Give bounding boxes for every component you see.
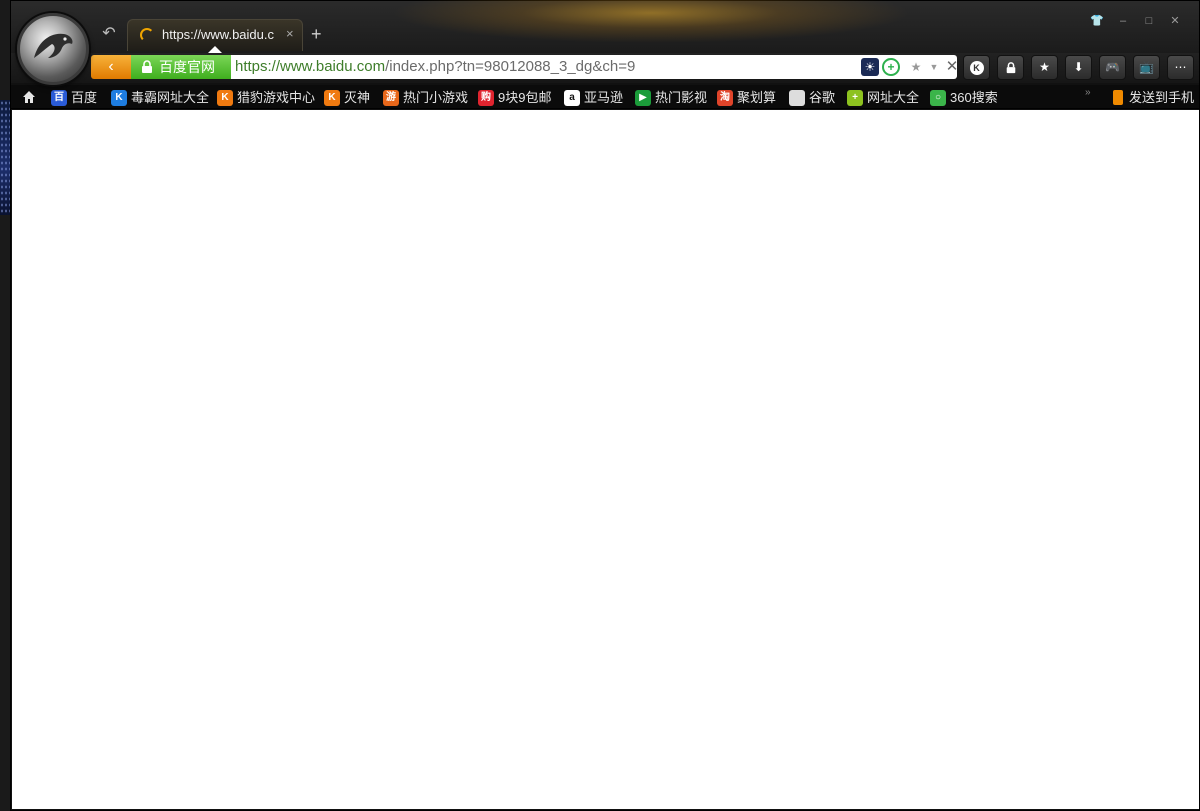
bookmark-item[interactable]: 购 9块9包邮	[478, 89, 551, 107]
bookmark-item[interactable]: ▶ 热门影视	[635, 89, 707, 107]
gamepad-icon[interactable]: 🎮	[1099, 55, 1126, 80]
url-host: https://www.baidu.com	[235, 58, 386, 75]
shopping-icon: 购	[478, 90, 494, 106]
url-path: /index.php?tn=98012088_3_dg&ch=9	[385, 58, 636, 75]
desktop-background	[0, 100, 10, 215]
secure-lock-icon	[142, 60, 152, 73]
bookmark-label: 热门影视	[655, 90, 708, 105]
bookmark-label: 热门小游戏	[403, 90, 469, 105]
bookmark-item[interactable]: + 网址大全	[847, 89, 919, 107]
baidu-icon: 百	[51, 90, 67, 106]
bookmark-item[interactable]: K 猎豹游戏中心	[217, 89, 315, 107]
more-icon[interactable]: ⋯	[1167, 55, 1194, 80]
maximize-button[interactable]: □	[1137, 13, 1161, 29]
favorite-star-icon[interactable]: ★	[907, 58, 925, 76]
bookmark-label: 聚划算	[737, 90, 777, 105]
bookmark-label: 灭神	[344, 90, 371, 105]
browser-window: ↶ https://www.baidu.c × + 👕 – □ ✕ ‹ 百度官网	[10, 0, 1200, 811]
stop-icon[interactable]: ✕	[943, 58, 961, 76]
star-icon[interactable]: ★	[1031, 55, 1058, 80]
phone-icon	[1113, 90, 1123, 105]
home-icon[interactable]	[21, 89, 37, 105]
chevron-down-icon[interactable]: ▼	[925, 58, 943, 76]
bookmark-item[interactable]: a 亚马逊	[564, 89, 623, 107]
tv-icon[interactable]: 📺	[1133, 55, 1160, 80]
bookmark-item[interactable]: 游热门小游戏	[383, 89, 468, 107]
tab-baidu[interactable]: https://www.baidu.c ×	[127, 19, 303, 53]
360-search-icon: ○	[930, 90, 946, 106]
loading-spinner-icon	[140, 28, 154, 42]
bookmark-item[interactable]: ○ 360搜索	[930, 89, 998, 107]
site-badge-label: 百度官网	[159, 59, 215, 75]
bookmark-item[interactable]: K 灭神	[324, 89, 370, 107]
close-window-button[interactable]: ✕	[1163, 13, 1187, 29]
site-verified-badge[interactable]: 百度官网	[131, 55, 231, 79]
duba-icon: K	[111, 90, 127, 106]
undo-close-tab-icon[interactable]: ↶	[95, 23, 123, 45]
plus-circle-icon[interactable]: +	[882, 58, 900, 76]
navigation-bar: ‹ 百度官网 https://www.baidu.com/index.php?t…	[11, 53, 1199, 83]
address-bar[interactable]: https://www.baidu.com/index.php?tn=98012…	[231, 55, 958, 79]
bookmark-label: 网址大全	[867, 90, 920, 105]
send-to-phone-label: 发送到手机	[1129, 90, 1195, 105]
k-icon[interactable]: K	[963, 55, 990, 80]
bookmark-label: 360搜索	[950, 90, 998, 105]
document-icon	[789, 90, 805, 106]
bookmark-item[interactable]: 淘聚划算	[717, 89, 776, 107]
bookmarks-overflow-icon[interactable]: »	[1085, 87, 1091, 98]
mieshen-icon: K	[324, 90, 340, 106]
skin-icon[interactable]: 👕	[1085, 13, 1109, 29]
bookmark-label: 9块9包邮	[498, 90, 552, 105]
bookmark-item[interactable]: 百百度	[51, 89, 97, 107]
tab-close-icon[interactable]: ×	[286, 26, 294, 41]
game-icon: 游	[383, 90, 399, 106]
bookmark-label: 百度	[71, 90, 98, 105]
send-to-phone-button[interactable]: 发送到手机	[1109, 89, 1194, 107]
title-bar: ↶ https://www.baidu.c × + 👕 – □ ✕	[11, 0, 1199, 53]
bookmark-label: 毒霸网址大全	[131, 90, 210, 105]
url-text[interactable]: https://www.baidu.com/index.php?tn=98012…	[235, 58, 635, 75]
brightness-icon[interactable]: ☀	[861, 58, 879, 76]
juhuasuan-icon: 淘	[717, 90, 733, 106]
amazon-icon: a	[564, 90, 580, 106]
download-icon[interactable]: ⬇	[1065, 55, 1092, 80]
video-icon: ▶	[635, 90, 651, 106]
liebao-logo-icon[interactable]	[17, 13, 89, 85]
lock-icon[interactable]	[997, 55, 1024, 80]
back-button[interactable]: ‹	[91, 55, 131, 79]
plus-circle-icon: +	[847, 90, 863, 106]
bookmark-item[interactable]: 谷歌	[789, 89, 835, 107]
tab-title: https://www.baidu.c	[162, 27, 274, 42]
page-content[interactable]	[12, 110, 1199, 809]
bookmark-item[interactable]: K 毒霸网址大全	[111, 89, 209, 107]
bookmark-label: 谷歌	[809, 90, 836, 105]
bookmark-label: 猎豹游戏中心	[237, 90, 316, 105]
new-tab-button[interactable]: +	[311, 25, 322, 43]
minimize-button[interactable]: –	[1111, 13, 1135, 29]
liebao-game-icon: K	[217, 90, 233, 106]
bookmark-label: 亚马逊	[584, 90, 624, 105]
